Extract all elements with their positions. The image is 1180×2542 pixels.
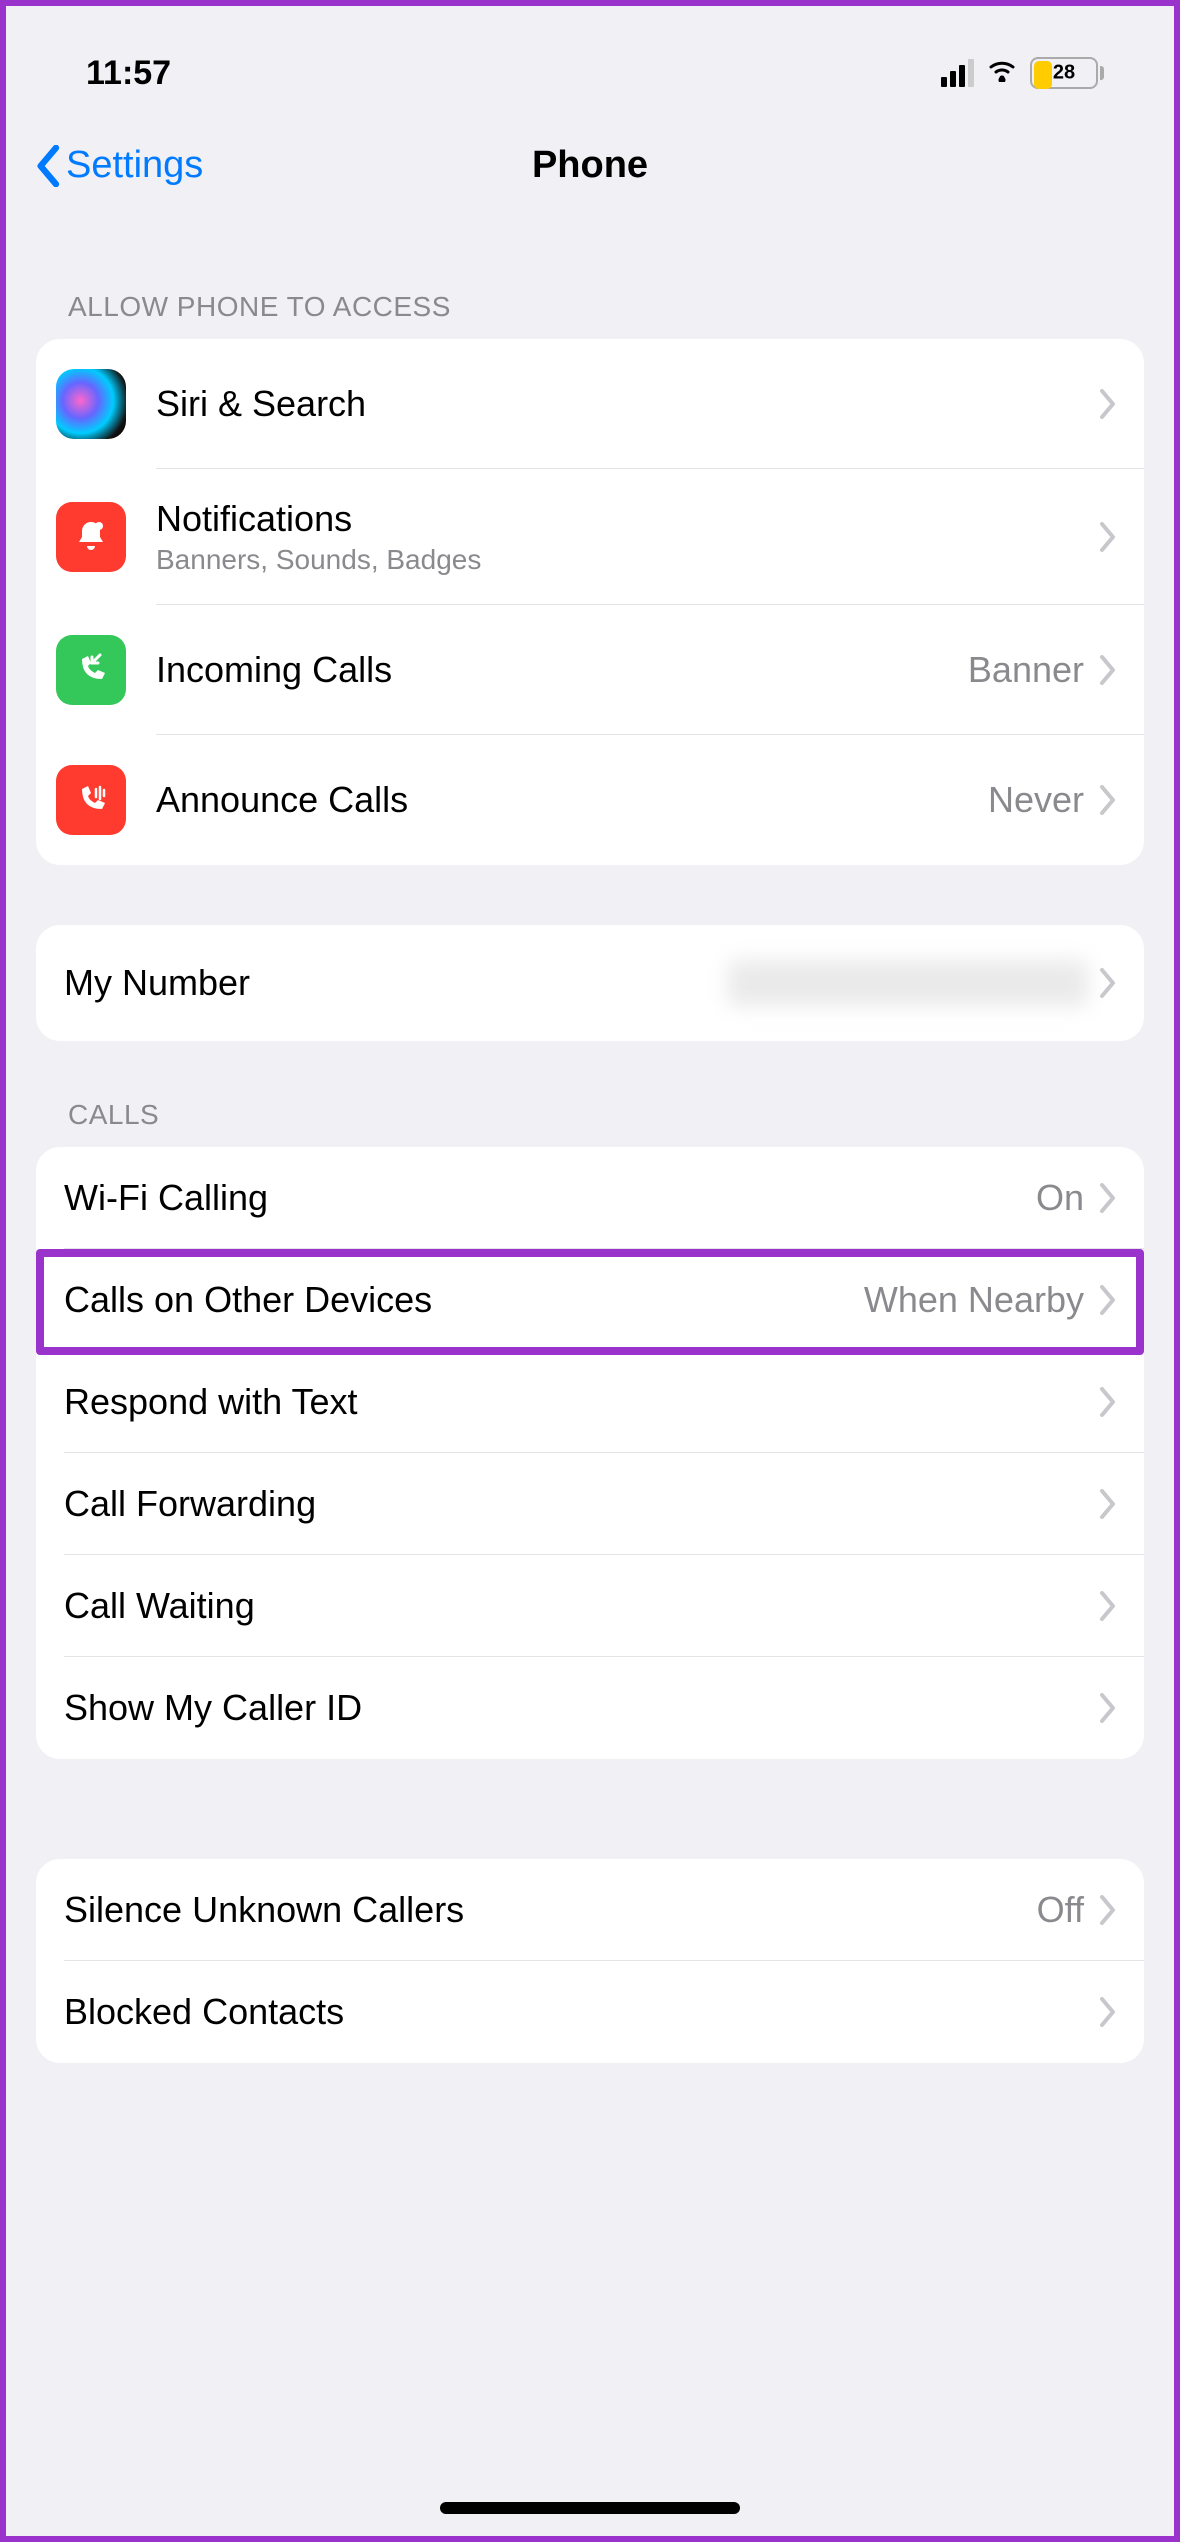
row-title: Call Forwarding [64, 1483, 1098, 1525]
row-title: Incoming Calls [156, 649, 968, 691]
row-title: Siri & Search [156, 383, 1098, 425]
row-my-number[interactable]: My Number [36, 925, 1144, 1041]
status-time: 11:57 [86, 54, 171, 93]
row-wifi-calling[interactable]: Wi-Fi Calling On [36, 1147, 1144, 1249]
row-respond-with-text[interactable]: Respond with Text [36, 1351, 1144, 1453]
group-calls: Wi-Fi Calling On Calls on Other Devices … [36, 1147, 1144, 1759]
chevron-right-icon [1098, 1591, 1116, 1621]
back-button[interactable]: Settings [36, 144, 203, 187]
chevron-right-icon [1098, 389, 1116, 419]
chevron-right-icon [1098, 1895, 1116, 1925]
row-call-waiting[interactable]: Call Waiting [36, 1555, 1144, 1657]
chevron-left-icon [36, 145, 62, 187]
row-title: Calls on Other Devices [64, 1279, 864, 1321]
row-show-caller-id[interactable]: Show My Caller ID [36, 1657, 1144, 1759]
row-siri-search[interactable]: Siri & Search [36, 339, 1144, 469]
section-header-calls: CALLS [36, 1041, 1144, 1147]
chevron-right-icon [1098, 522, 1116, 552]
home-indicator[interactable] [440, 2502, 740, 2514]
group-my-number: My Number [36, 925, 1144, 1041]
phone-announce-icon [56, 765, 126, 835]
cellular-signal-icon [941, 59, 974, 87]
row-incoming-calls[interactable]: Incoming Calls Banner [36, 605, 1144, 735]
wifi-icon [986, 57, 1018, 89]
my-number-value-blurred [728, 960, 1088, 1006]
row-title: Respond with Text [64, 1381, 1098, 1423]
row-calls-other-devices[interactable]: Calls on Other Devices When Nearby [36, 1249, 1144, 1351]
row-value: Off [1037, 1889, 1084, 1931]
chevron-right-icon [1098, 785, 1116, 815]
chevron-right-icon [1098, 1997, 1116, 2027]
row-value: Never [988, 779, 1084, 821]
group-access: Siri & Search Notifications Banners, Sou… [36, 339, 1144, 865]
phone-incoming-icon [56, 635, 126, 705]
row-title: Show My Caller ID [64, 1687, 1098, 1729]
chevron-right-icon [1098, 1489, 1116, 1519]
row-title: Wi-Fi Calling [64, 1177, 1036, 1219]
nav-bar: Settings Phone [36, 104, 1144, 217]
row-title: Silence Unknown Callers [64, 1889, 1037, 1931]
row-subtitle: Banners, Sounds, Badges [156, 544, 1098, 576]
chevron-right-icon [1098, 1183, 1116, 1213]
row-title: Call Waiting [64, 1585, 1098, 1627]
chevron-right-icon [1098, 655, 1116, 685]
status-right: 28 [941, 57, 1104, 89]
row-title: Blocked Contacts [64, 1991, 1098, 2033]
row-call-forwarding[interactable]: Call Forwarding [36, 1453, 1144, 1555]
row-announce-calls[interactable]: Announce Calls Never [36, 735, 1144, 865]
row-title: My Number [64, 962, 728, 1004]
row-blocked-contacts[interactable]: Blocked Contacts [36, 1961, 1144, 2063]
status-bar: 11:57 28 [36, 34, 1144, 104]
bell-icon [56, 502, 126, 572]
row-notifications[interactable]: Notifications Banners, Sounds, Badges [36, 469, 1144, 605]
row-title: Notifications [156, 498, 1098, 540]
battery-icon: 28 [1030, 57, 1104, 89]
back-label: Settings [66, 144, 203, 187]
group-silence-blocked: Silence Unknown Callers Off Blocked Cont… [36, 1859, 1144, 2063]
chevron-right-icon [1098, 968, 1116, 998]
battery-percent: 28 [1053, 62, 1075, 85]
row-title: Announce Calls [156, 779, 988, 821]
chevron-right-icon [1098, 1693, 1116, 1723]
chevron-right-icon [1098, 1387, 1116, 1417]
row-value: On [1036, 1177, 1084, 1219]
chevron-right-icon [1098, 1285, 1116, 1315]
row-value: When Nearby [864, 1279, 1084, 1321]
row-value: Banner [968, 649, 1084, 691]
row-silence-unknown[interactable]: Silence Unknown Callers Off [36, 1859, 1144, 1961]
section-header-access: ALLOW PHONE TO ACCESS [36, 217, 1144, 339]
page-title: Phone [532, 144, 648, 187]
siri-icon [56, 369, 126, 439]
